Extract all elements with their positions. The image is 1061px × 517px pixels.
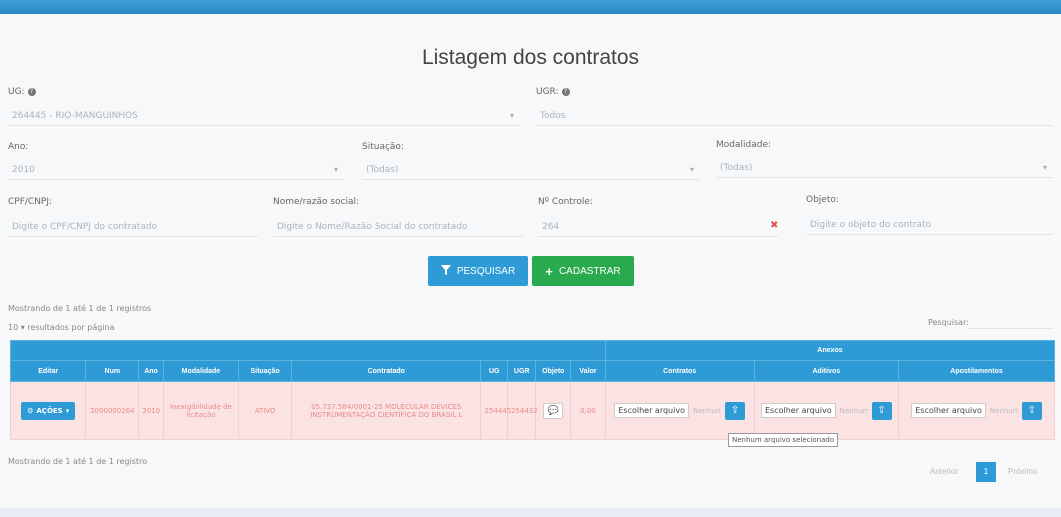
ugr-label: UGR:? — [536, 87, 570, 97]
ug-cell: 254445 — [480, 381, 511, 440]
col-contratos[interactable]: Contratos — [604, 360, 755, 382]
header-spacer — [10, 340, 606, 361]
col-apostilamentos[interactable]: Apostilamentos — [898, 360, 1055, 382]
modalidade-cell: Inexigibilidade de licitação — [162, 381, 240, 440]
anexos-header: Anexos — [604, 340, 1056, 361]
pagination-prev[interactable]: Anterior — [930, 467, 958, 476]
col-modalidade[interactable]: Modalidade — [162, 360, 240, 382]
col-valor[interactable]: Valor — [570, 360, 606, 382]
help-icon[interactable]: ? — [561, 87, 570, 96]
upload-icon[interactable]: ⇪ — [871, 401, 892, 420]
col-contratado[interactable]: Contratado — [291, 360, 482, 382]
objeto-cell: 💬 — [535, 381, 572, 440]
top-bar — [0, 0, 1061, 14]
col-num[interactable]: Num — [85, 360, 140, 382]
apostilamentos-cell: Escolher arquivo Nenhum arquivo ⇪ — [898, 381, 1055, 440]
col-ano[interactable]: Ano — [138, 360, 164, 382]
num-cell: 2000000264 — [85, 381, 140, 440]
records-info-top: Mostrando de 1 até 1 de 1 registros — [8, 304, 152, 313]
chevron-down-icon: ▾ — [689, 165, 694, 174]
aditivos-cell: Escolher arquivo Nenhum arquivo ⇪ — [753, 381, 900, 440]
chevron-down-icon: ▾ — [509, 111, 514, 120]
upload-icon[interactable]: ⇪ — [1021, 401, 1042, 420]
situacao-label: Situação: — [362, 142, 404, 152]
file-status: Nenhum arquivo — [839, 406, 868, 415]
modalidade-label: Modalidade: — [716, 140, 772, 150]
choose-file-button[interactable]: Escolher arquivo — [614, 403, 689, 418]
ugr-select[interactable]: Todos — [536, 104, 1053, 126]
file-tooltip: Nenhum arquivo selecionado — [728, 433, 839, 447]
comment-icon[interactable]: 💬 — [543, 402, 564, 419]
ug-label: UG:? — [8, 87, 36, 97]
clear-icon[interactable]: ✖ — [770, 220, 778, 231]
ug-select[interactable]: 264445 - RIO-MANGUINHOS ▾ — [8, 104, 520, 126]
col-ug[interactable]: UG — [480, 360, 508, 382]
acoes-cell: ⚙ AÇÕES ▾ — [9, 381, 87, 440]
ano-cell: 2010 — [138, 381, 164, 440]
modalidade-select[interactable]: (Todas) ▾ — [716, 156, 1053, 178]
pagination-next[interactable]: Próximo — [1008, 467, 1037, 476]
contratos-cell: Escolher arquivo Nenhum arquivo ⇪ — [604, 381, 755, 440]
col-situacao[interactable]: Situação — [238, 360, 293, 382]
ugr-cell: 254432 — [506, 381, 538, 440]
objeto-input[interactable]: Digite o objeto do contrato — [806, 213, 1053, 235]
file-status: Nenhum arquivo — [692, 406, 721, 415]
table-search-input[interactable] — [968, 313, 1053, 329]
ano-label: Ano: — [8, 142, 29, 152]
contratado-cell: 05.737.584/0001-25 MOLECULAR DEVICES INS… — [291, 381, 482, 440]
file-status: Nenhum arquivo — [989, 406, 1018, 415]
col-editar[interactable]: Editar — [9, 360, 87, 382]
situacao-cell: ATIVO — [238, 381, 293, 440]
chevron-down-icon: ▾ — [333, 165, 338, 174]
choose-file-button[interactable]: Escolher arquivo — [911, 403, 986, 418]
plus-icon: + — [545, 263, 553, 279]
col-objeto[interactable]: Objeto — [535, 360, 572, 382]
col-aditivos[interactable]: Aditivos — [753, 360, 900, 382]
contracts-table: Anexos Editar Num Ano Modalidade Situaçã… — [9, 340, 1056, 440]
nome-label: Nome/razão social: — [273, 197, 360, 207]
cpf-input[interactable]: Digite o CPF/CNPJ do contratado — [8, 215, 258, 237]
acoes-button[interactable]: ⚙ AÇÕES ▾ — [21, 401, 76, 420]
records-info-bottom: Mostrando de 1 até 1 de 1 registro — [8, 457, 148, 466]
chevron-down-icon: ▾ — [1042, 163, 1047, 172]
col-ugr[interactable]: UGR — [506, 360, 537, 382]
situacao-select[interactable]: (Todas) ▾ — [362, 158, 700, 180]
bottom-bar — [0, 508, 1061, 517]
help-icon[interactable]: ? — [27, 87, 36, 96]
nome-input[interactable]: Digite o Nome/Razão Social do contratado — [273, 215, 523, 237]
page-size-select[interactable]: 10 ▾ resultados por página — [8, 323, 115, 332]
cogs-icon: ⚙ — [27, 406, 34, 415]
controle-input[interactable]: 264 — [538, 215, 778, 237]
pagination-current[interactable]: 1 — [976, 462, 996, 482]
choose-file-button[interactable]: Escolher arquivo — [761, 403, 836, 418]
page-title: Listagem dos contratos — [421, 46, 640, 69]
ano-select[interactable]: 2010 ▾ — [8, 158, 344, 180]
objeto-label: Objeto: — [806, 195, 839, 205]
valor-cell: 0,00 — [570, 381, 606, 440]
add-button[interactable]: + CADASTRAR — [532, 256, 634, 286]
table-row: ⚙ AÇÕES ▾ 2000000264 2010 Inexigibilidade … — [9, 381, 1055, 440]
table-search-label: Pesquisar: — [928, 318, 969, 327]
cpf-label: CPF/CNPJ: — [8, 197, 53, 207]
search-button[interactable]: PESQUISAR — [428, 256, 528, 286]
controle-label: Nº Controle: — [538, 197, 593, 207]
filter-icon — [440, 264, 451, 278]
upload-icon[interactable]: ⇪ — [724, 401, 745, 420]
